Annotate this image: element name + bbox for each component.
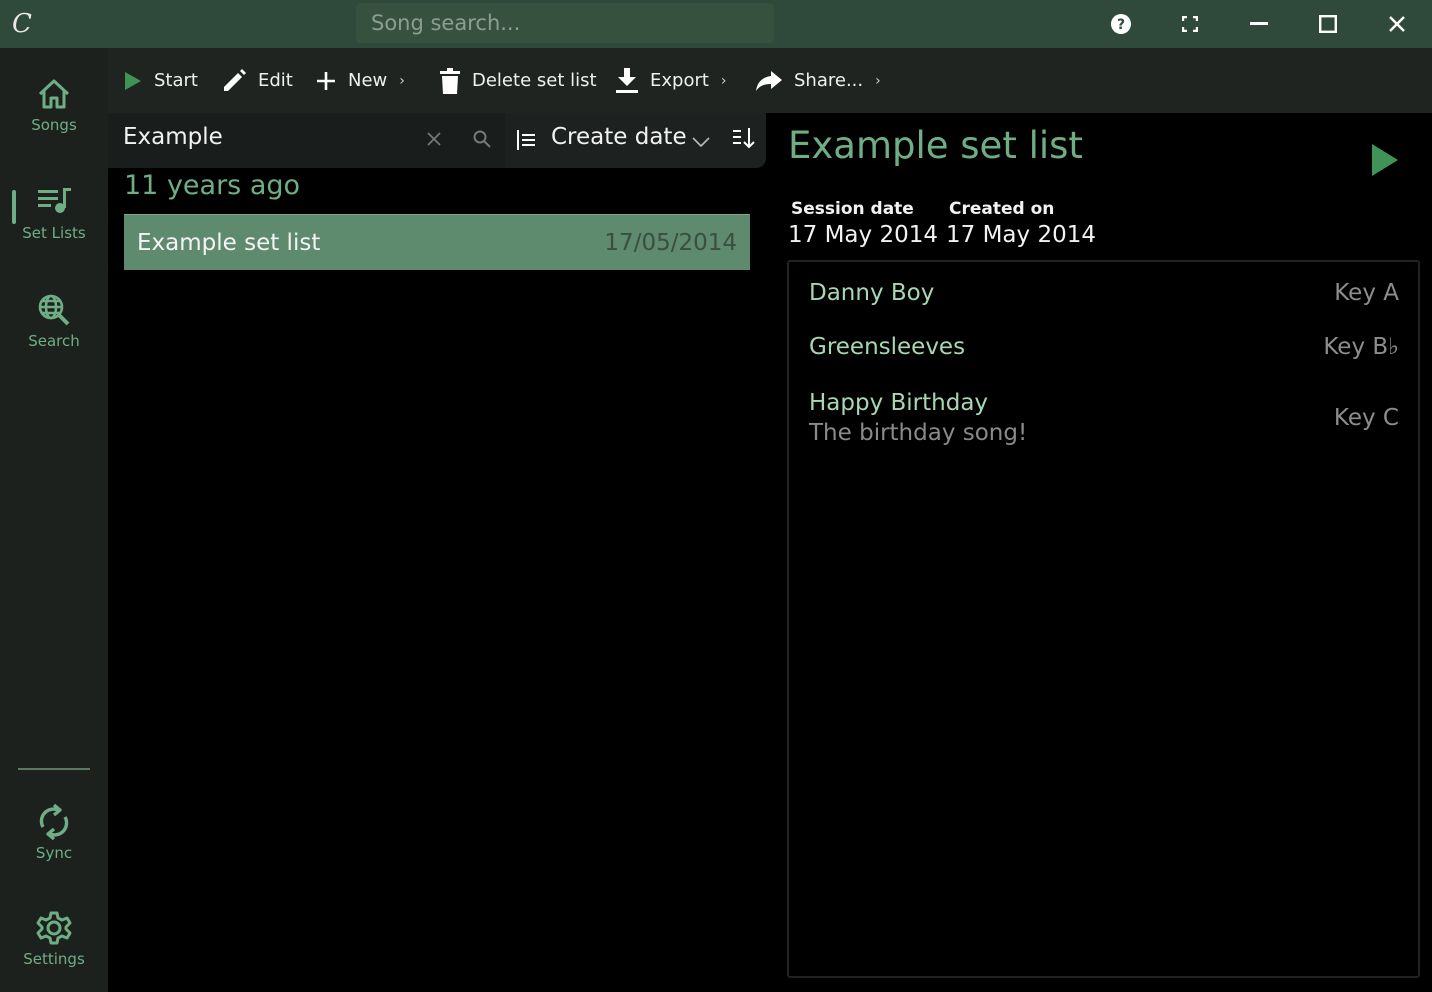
group-header: 11 years ago: [124, 170, 301, 201]
download-icon: [616, 67, 638, 94]
search-icon[interactable]: [470, 127, 494, 151]
title-bar: C ?: [0, 0, 1432, 48]
delete-set-list-button[interactable]: Delete set list: [440, 48, 597, 113]
created-on-value: 17 May 2014: [946, 222, 1096, 248]
sidebar-item-label: Search: [28, 332, 80, 350]
search-globe-icon: [34, 290, 74, 330]
created-on-label: Created on: [949, 199, 1055, 219]
song-title: Happy Birthday: [809, 390, 989, 416]
sort-label: Create date: [551, 124, 687, 150]
song-title: Greensleeves: [809, 334, 966, 360]
sidebar-item-songs[interactable]: Songs: [0, 74, 108, 164]
song-key: Key C: [1333, 405, 1399, 431]
sidebar-item-label: Sync: [35, 844, 73, 862]
help-icon[interactable]: ?: [1096, 0, 1146, 48]
trash-icon: [440, 67, 460, 94]
song-key: Key B♭: [1323, 334, 1399, 360]
svg-text:?: ?: [1117, 17, 1125, 33]
delete-label: Delete set list: [472, 70, 597, 91]
export-button[interactable]: Export ›: [616, 48, 727, 113]
filter-bar: Create date: [108, 113, 766, 168]
sidebar-item-settings[interactable]: Settings: [0, 908, 108, 992]
session-date-value: 17 May 2014: [788, 222, 938, 248]
chevron-right-icon: ›: [399, 72, 405, 89]
toolbar: Start Edit New › Delete set list Export …: [108, 48, 1432, 113]
song-title: Danny Boy: [809, 280, 935, 306]
sidebar-item-set-lists[interactable]: Set Lists: [0, 182, 108, 272]
plus-icon: [316, 71, 336, 91]
song-key: Key A: [1334, 280, 1399, 306]
song-search-input[interactable]: [356, 3, 774, 43]
export-label: Export: [650, 70, 709, 91]
maximize-icon[interactable]: [1303, 0, 1353, 48]
share-label: Share...: [794, 70, 864, 91]
new-button[interactable]: New ›: [316, 48, 405, 113]
sync-icon: [34, 802, 74, 842]
sidebar-item-label: Settings: [23, 950, 85, 968]
sort-selector[interactable]: Create date: [505, 113, 766, 168]
share-button[interactable]: Share... ›: [756, 48, 881, 113]
detail-title: Example set list: [788, 124, 1083, 167]
list-item[interactable]: Example set list 17/05/2014: [124, 214, 750, 270]
pencil-icon: [222, 68, 246, 93]
sidebar-item-label: Songs: [31, 116, 77, 134]
chevron-down-icon: [692, 132, 710, 151]
new-label: New: [348, 70, 388, 91]
home-icon: [34, 74, 74, 114]
app-logo-icon: C: [12, 9, 32, 39]
set-list-title: Example set list: [137, 229, 321, 256]
chevron-right-icon: ›: [875, 72, 881, 89]
sort-field-icon: [517, 130, 535, 154]
fullscreen-icon[interactable]: [1165, 0, 1215, 48]
song-row[interactable]: Happy Birthday The birthday song! Key C: [809, 390, 1399, 446]
edit-button[interactable]: Edit: [222, 48, 293, 113]
close-icon[interactable]: [1372, 0, 1422, 48]
start-label: Start: [154, 70, 198, 91]
song-subtitle: The birthday song!: [809, 420, 1028, 446]
sidebar-item-search[interactable]: Search: [0, 290, 108, 380]
song-list: Danny Boy Key A Greensleeves Key B♭ Happ…: [787, 260, 1420, 978]
clear-filter-icon[interactable]: [422, 127, 446, 151]
song-row[interactable]: Danny Boy Key A: [809, 280, 1399, 306]
play-icon: [124, 71, 142, 91]
session-date-label: Session date: [791, 199, 914, 219]
sort-order-icon[interactable]: [733, 127, 755, 153]
chevron-right-icon: ›: [720, 72, 727, 89]
sidebar-item-label: Set Lists: [22, 224, 86, 242]
sidebar: Songs Set Lists Search Sync Settings: [0, 48, 108, 992]
share-arrow-icon: [756, 70, 782, 91]
minimize-icon[interactable]: [1234, 0, 1284, 48]
start-button[interactable]: Start: [124, 48, 198, 113]
set-list-icon: [34, 182, 74, 222]
sidebar-divider: [18, 768, 90, 770]
sidebar-item-sync[interactable]: Sync: [0, 802, 108, 892]
set-list-date: 17/05/2014: [604, 229, 737, 256]
song-row[interactable]: Greensleeves Key B♭: [809, 334, 1399, 360]
set-list-filter-input[interactable]: [123, 119, 403, 155]
gear-icon: [34, 908, 74, 948]
play-icon[interactable]: [1366, 140, 1402, 180]
edit-label: Edit: [258, 70, 293, 91]
